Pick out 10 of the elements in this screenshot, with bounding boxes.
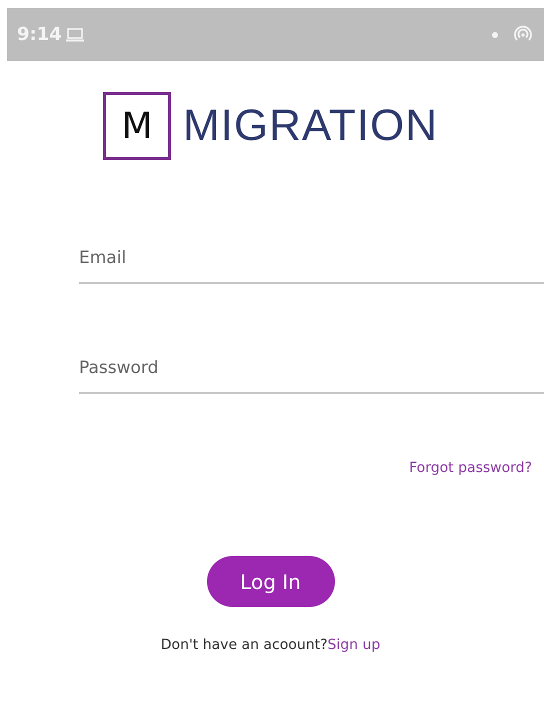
- email-field[interactable]: Email: [79, 234, 544, 284]
- notification-dot-icon: [492, 32, 498, 38]
- laptop-icon: [64, 26, 85, 42]
- signup-link[interactable]: Sign up: [328, 637, 380, 653]
- forgot-password-link[interactable]: Forgot password?: [409, 460, 532, 476]
- password-field[interactable]: Password: [79, 344, 544, 394]
- login-button[interactable]: Log In: [206, 556, 334, 607]
- logo-wordmark: MIGRATION: [182, 101, 438, 151]
- signup-prompt: Don't have an acoount?: [160, 637, 328, 653]
- logo-mark: M: [102, 92, 171, 160]
